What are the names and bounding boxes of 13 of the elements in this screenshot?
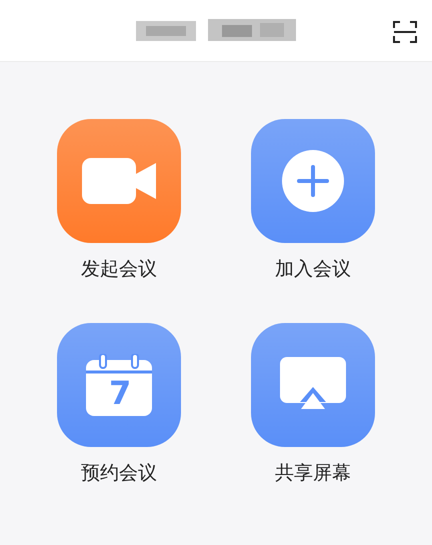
action-tile[interactable]: 发起会议 <box>56 119 182 283</box>
scan-icon[interactable] <box>393 21 417 43</box>
action-tile[interactable]: 加入会议 <box>250 119 376 283</box>
action-label: 加入会议 <box>275 258 351 282</box>
calendar-icon <box>86 354 152 416</box>
calendar-day: 7 <box>109 374 129 412</box>
plus-icon <box>282 150 344 212</box>
action-tile[interactable]: 7 预约会议 <box>56 323 182 487</box>
action-label: 发起会议 <box>81 258 157 282</box>
action-label: 共享屏幕 <box>275 462 351 486</box>
action-tile[interactable]: 共享屏幕 <box>250 323 376 487</box>
action-label: 预约会议 <box>81 462 157 486</box>
video-camera-icon <box>82 158 156 204</box>
